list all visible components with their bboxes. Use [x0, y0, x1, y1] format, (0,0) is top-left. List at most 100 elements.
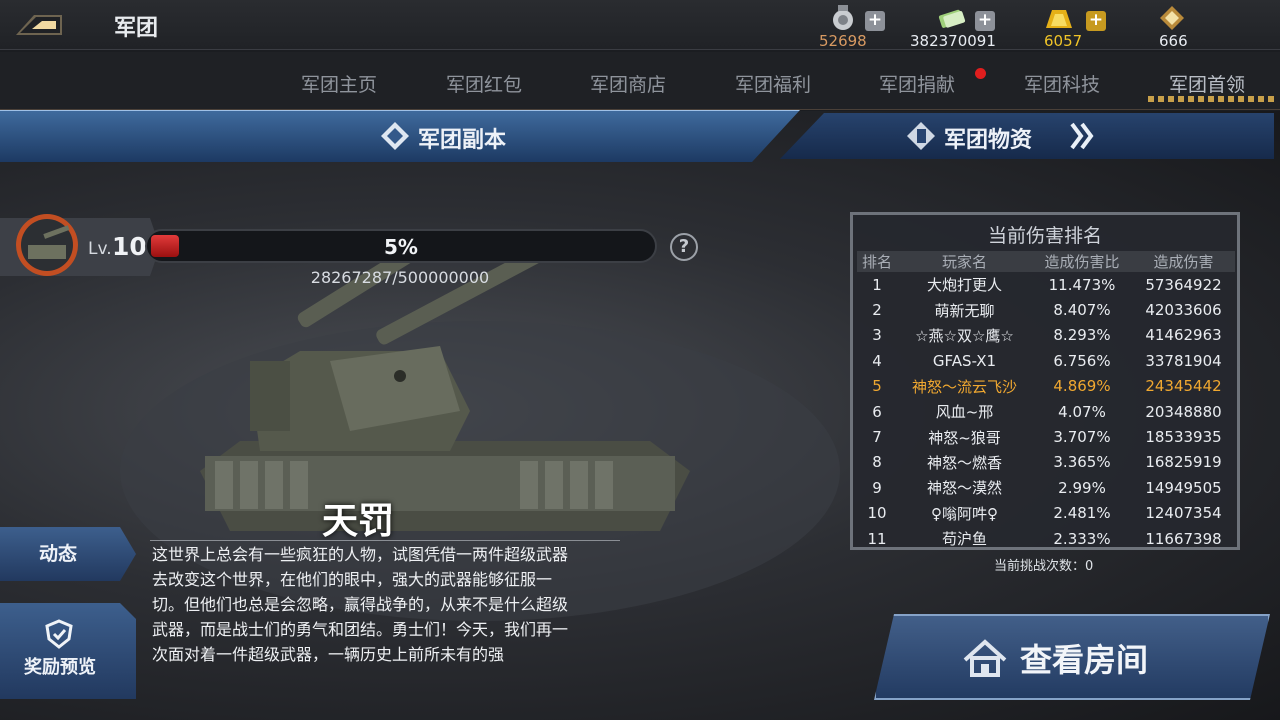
damage-ratio-cell: 2.481%	[1053, 504, 1111, 523]
damage-ratio-cell: 4.869%	[1053, 377, 1111, 396]
player-name-cell: 神怒~狼哥	[928, 428, 1001, 447]
divider	[150, 540, 620, 541]
tab-welfare[interactable]: 军团福利	[735, 70, 811, 97]
silver-medal-icon	[833, 5, 853, 30]
active-tab-indicator	[1148, 96, 1276, 102]
player-name-cell: 神怒～流云飞沙	[911, 377, 1017, 396]
reward-preview-label: 奖励预览	[24, 657, 96, 678]
resource-gem: 666	[1150, 2, 1195, 50]
rank-cell: 5	[872, 377, 882, 396]
shield-icon	[45, 619, 73, 649]
col-damage: 造成伤害	[1132, 251, 1235, 272]
rank-cell: 11	[867, 529, 887, 548]
tab-tech[interactable]: 军团科技	[1024, 70, 1100, 97]
damage-ratio-cell: 4.07%	[1058, 402, 1106, 421]
player-name-cell: 神怒～漠然	[926, 479, 1002, 498]
gem-value: 666	[1159, 32, 1188, 50]
tab-red-packet[interactable]: 军团红包	[446, 70, 522, 97]
damage-ratio-cell: 2.99%	[1058, 478, 1106, 497]
rank-cell: 3	[872, 326, 882, 345]
supplies-icon	[907, 122, 935, 150]
ranking-table: 排名 玩家名 造成伤害比 造成伤害 1 大炮打更人 11.473% 57364922 2…	[857, 251, 1235, 551]
ranking-title: 当前伤害排名	[987, 225, 1102, 247]
damage-cell: 33781904	[1145, 351, 1222, 370]
dynamic-button[interactable]: 动态	[0, 527, 136, 581]
ranking-row: 4 GFAS-X1 6.756% 33781904	[857, 348, 1235, 373]
add-silver-button[interactable]: +	[865, 11, 885, 31]
damage-cell: 11667398	[1145, 529, 1222, 548]
add-cash-button[interactable]: +	[975, 11, 995, 31]
rank-cell: 1	[872, 275, 882, 294]
ranking-row: 9 神怒～漠然 2.99% 14949505	[857, 475, 1235, 500]
add-gold-button[interactable]: +	[1086, 11, 1106, 31]
ranking-row: 7 神怒~狼哥 3.707% 18533935	[857, 424, 1235, 449]
damage-ratio-cell: 8.293%	[1053, 326, 1111, 345]
resource-cash: + 382370091	[905, 2, 1005, 50]
dungeon-banner-label: 军团副本	[418, 128, 507, 153]
ranking-row: 10 ♀嗡阿吽♀ 2.481% 12407354	[857, 501, 1235, 526]
player-name-cell: 风血~邢	[935, 403, 994, 422]
challenge-count: 当前挑战次数：0	[994, 559, 1094, 574]
ranking-row: 11 苟沪鱼 2.333% 11667398	[857, 526, 1235, 551]
top-bar: 军团 + 52698 + 382370091 + 6057 666	[0, 0, 1280, 50]
rank-cell: 4	[872, 351, 882, 370]
rank-cell: 2	[872, 301, 882, 320]
level-prefix: Lv.	[88, 239, 112, 259]
gold-bar-icon	[1046, 10, 1072, 28]
rank-cell: 7	[872, 428, 882, 447]
damage-ratio-cell: 8.407%	[1053, 301, 1111, 320]
ranking-row: 3 ☆燕☆双☆鹰☆ 8.293% 41462963	[857, 323, 1235, 348]
supplies-banner-label: 军团物资	[944, 128, 1033, 153]
damage-ratio-cell: 6.756%	[1053, 351, 1111, 370]
player-name-cell: GFAS-X1	[932, 351, 997, 370]
damage-cell: 24345442	[1145, 377, 1222, 396]
damage-cell: 12407354	[1145, 504, 1222, 523]
damage-cell: 18533935	[1145, 428, 1222, 447]
player-name-cell: ♀嗡阿吽♀	[931, 504, 998, 523]
damage-cell: 57364922	[1145, 275, 1222, 294]
ranking-row: 2 萌新无聊 8.407% 42033606	[857, 297, 1235, 322]
silver-value: 52698	[819, 32, 867, 50]
damage-ratio-cell: 2.333%	[1053, 529, 1111, 548]
player-name-cell: 萌新无聊	[934, 301, 995, 320]
damage-cell: 42033606	[1145, 301, 1222, 320]
tab-boss[interactable]: 军团首领	[1169, 70, 1245, 97]
boss-name: 天罚	[322, 501, 395, 542]
boss-hp-value: 28267287/500000000	[310, 268, 490, 287]
boss-hp-percent: 5%	[384, 235, 418, 259]
house-icon	[963, 639, 1007, 677]
player-name-cell: ☆燕☆双☆鹰☆	[915, 326, 1014, 345]
col-rank: 排名	[857, 251, 897, 272]
boss-avatar-icon	[16, 214, 78, 276]
resource-silver: + 52698	[815, 2, 890, 50]
player-name-cell: 大炮打更人	[926, 276, 1002, 295]
double-chevron-right-icon[interactable]	[1068, 121, 1096, 151]
resource-gold: + 6057	[1040, 2, 1110, 50]
back-button[interactable]	[10, 9, 68, 39]
tab-main[interactable]: 军团主页	[301, 70, 377, 97]
level-value: 10	[112, 232, 147, 261]
damage-cell: 16825919	[1145, 453, 1222, 472]
rank-cell: 8	[872, 453, 882, 472]
help-icon[interactable]: ?	[670, 233, 698, 261]
ranking-row: 5 神怒～流云飞沙 4.869% 24345442	[857, 374, 1235, 399]
rank-cell: 6	[872, 402, 882, 421]
dynamic-button-label: 动态	[38, 543, 77, 565]
gem-icon	[1160, 6, 1184, 30]
damage-cell: 41462963	[1145, 326, 1222, 345]
damage-ranking-panel: 当前伤害排名 排名 玩家名 造成伤害比 造成伤害 1 大炮打更人 11.473% 57…	[850, 212, 1240, 550]
ranking-row: 1 大炮打更人 11.473% 57364922	[857, 272, 1235, 297]
tab-bar: 军团主页 军团红包 军团商店 军团福利 军团捐献 军团科技 军团首领	[0, 52, 1280, 110]
player-name-cell: 神怒～燃香	[926, 453, 1002, 472]
rank-cell: 9	[872, 478, 882, 497]
tab-donate[interactable]: 军团捐献	[879, 70, 955, 97]
tab-shop[interactable]: 军团商店	[590, 70, 666, 97]
ranking-body: 1 大炮打更人 11.473% 57364922 2 萌新无聊 8.407% 42033606…	[857, 272, 1235, 551]
notification-dot	[975, 68, 986, 79]
reward-preview-button[interactable]: 奖励预览	[0, 603, 136, 699]
col-damage-ratio: 造成伤害比	[1032, 251, 1132, 272]
damage-ratio-cell: 3.707%	[1053, 428, 1111, 447]
ranking-row: 8 神怒～燃香 3.365% 16825919	[857, 450, 1235, 475]
ranking-row: 6 风血~邢 4.07% 20348880	[857, 399, 1235, 424]
view-room-label: 查看房间	[1020, 641, 1149, 679]
